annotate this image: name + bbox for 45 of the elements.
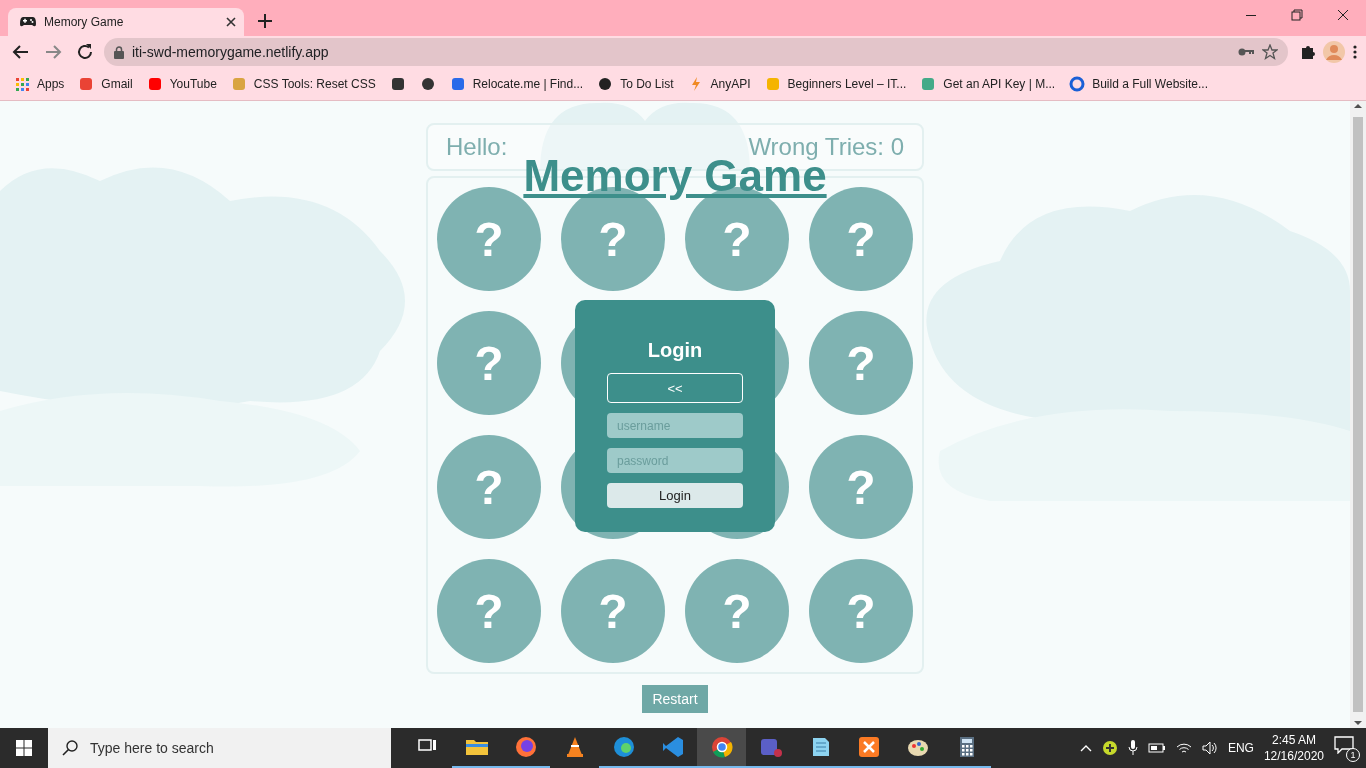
wifi-icon[interactable] [1175, 741, 1192, 755]
scrollbar-thumb[interactable] [1353, 117, 1363, 712]
clock[interactable]: 2:45 AM 12/16/2020 [1263, 732, 1324, 764]
lock-icon [114, 45, 124, 59]
bookmark-link[interactable]: Gmail [78, 76, 133, 92]
taskbar-search-field[interactable]: Type here to search [48, 728, 391, 768]
browser-icon [709, 735, 734, 759]
address-bar[interactable]: iti-swd-memorygame.netlify.app [104, 38, 1288, 66]
key-icon[interactable] [1238, 47, 1254, 57]
bookmark-link[interactable]: Get an API Key | M... [920, 76, 1056, 92]
bookmark-link[interactable]: To Do List [597, 76, 674, 92]
notification-button[interactable]: 1 [1334, 736, 1358, 760]
fox-icon [513, 735, 538, 759]
grid-icon [14, 76, 30, 92]
chevron-up-icon[interactable] [1079, 744, 1092, 752]
dialog-title: Login [647, 339, 703, 362]
scroll-up-icon[interactable] [1354, 101, 1362, 111]
plus-circle-icon[interactable] [1101, 740, 1118, 756]
search-icon [62, 740, 78, 756]
close-icon[interactable] [226, 17, 236, 27]
back-button[interactable]: << [607, 373, 743, 403]
battery-icon[interactable] [1147, 742, 1166, 754]
message-icon [1334, 736, 1354, 754]
bookmark-link[interactable]: Apps [14, 76, 65, 92]
bookmark-link[interactable]: Beginners Level – IT... [764, 76, 907, 92]
menu-icon[interactable] [1352, 44, 1358, 60]
bookmark-link[interactable]: CSS Tools: Reset CSS [230, 76, 376, 92]
code-editor-icon [660, 735, 685, 759]
bookmark-link[interactable]: Build a Full Website... [1069, 76, 1208, 92]
speaker-icon[interactable] [1201, 741, 1218, 755]
windows-icon [16, 740, 32, 756]
bookmark-link[interactable]: Relocate.me | Find... [449, 76, 584, 92]
greeting-text: Hello: [446, 133, 508, 161]
scroll-down-icon[interactable] [1354, 718, 1362, 728]
star-icon[interactable] [1262, 44, 1278, 60]
language-indicator[interactable]: ENG [1227, 741, 1254, 755]
notification-count: 1 [1346, 748, 1360, 762]
url-text: iti-swd-memorygame.netlify.app [132, 44, 330, 60]
puzzle-icon[interactable] [1300, 44, 1316, 60]
bookmark-link[interactable]: YouTube [146, 76, 217, 92]
browser-tab[interactable]: Memory Game [8, 8, 244, 36]
scrollbar[interactable] [1350, 101, 1366, 728]
bookmark-link[interactable]: AnyAPI [687, 76, 751, 92]
microphone-icon[interactable] [1127, 740, 1138, 756]
login-button[interactable]: Login [607, 483, 743, 508]
